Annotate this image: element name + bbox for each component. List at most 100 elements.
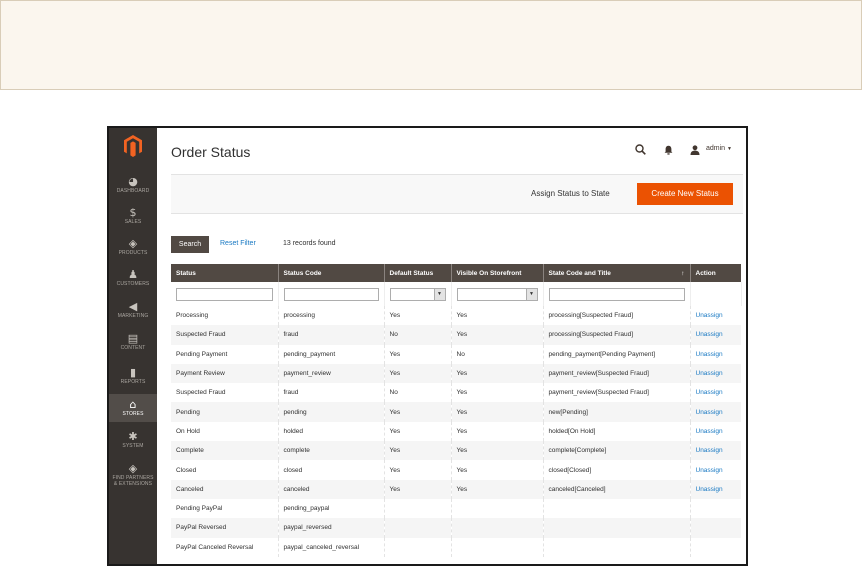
unassign-link[interactable]: Unassign [690,345,741,364]
store-icon: ⌂ [129,398,137,411]
unassign-link[interactable]: Unassign [690,325,741,345]
chevron-down-icon: ▼ [727,146,732,152]
sort-arrow-icon: ↑ [681,269,685,277]
grid-header-row: Status Status Code Default Status Visibl… [171,264,741,282]
layout-icon: ▤ [127,332,139,345]
nav-find-partners[interactable]: ◈ FIND PARTNERS & EXTENSIONS [109,462,157,487]
assign-status-button[interactable]: Assign Status to State [531,189,610,198]
nav-stores[interactable]: ⌂ STORES [109,394,157,422]
cell-status: Pending [171,402,279,422]
reset-filter-link[interactable]: Reset Filter [220,240,256,247]
nav-system[interactable]: ✱ SYSTEM [109,430,157,449]
cell-status: Canceled [171,479,279,499]
status-filter-input[interactable] [176,287,273,301]
table-row[interactable]: Pending Payment pending_payment Yes No pendi… [171,344,741,364]
cell-state-code-title: processing[Suspected Fraud] [543,325,691,345]
nav-reports[interactable]: ▮ REPORTS [109,366,157,385]
cell-visible-storefront [451,498,544,519]
table-row[interactable]: Canceled canceled Yes Yes canceled[Canceled]… [171,479,741,499]
nav-sales[interactable]: $ SALES [109,206,157,225]
cell-default-status [384,518,452,538]
cell-status: Processing [171,306,279,326]
cell-visible-storefront [451,537,544,557]
cell-status: On Hold [171,421,279,442]
gear-icon: ✱ [128,430,138,443]
column-status-code[interactable]: Status Code [278,264,385,282]
table-row[interactable]: On Hold holded Yes Yes holded[On Hold] Unassi… [171,421,741,442]
cell-status: Closed [171,460,279,480]
create-new-status-button[interactable]: Create New Status [637,183,733,205]
cell-state-code-title: holded[On Hold] [543,421,691,442]
cube-icon: ◈ [128,237,138,250]
unassign-link[interactable]: Unassign [690,383,741,402]
chevron-down-icon: ▼ [525,288,537,300]
cell-default-status: Yes [384,363,452,384]
nav-dashboard[interactable]: ◕ DASHBOARD [109,175,157,194]
column-state-code-title[interactable]: State Code and Title ↑ [543,264,691,282]
cell-visible-storefront: Yes [451,441,544,461]
nav-marketing[interactable]: ◀ MARKETING [109,300,157,319]
cell-status-code: fraud [278,325,385,345]
cell-visible-storefront: Yes [451,363,544,384]
column-action: Action [690,264,741,282]
table-row[interactable]: Complete complete Yes Yes complete[Complete]… [171,441,741,461]
cell-state-code-title: processing[Suspected Fraud] [543,306,691,326]
table-row[interactable]: Pending PayPal pending_paypal [171,498,741,519]
unassign-link[interactable]: Unassign [690,479,741,499]
order-status-grid: Status Status Code Default Status Visibl… [171,264,742,557]
column-status[interactable]: Status [171,264,279,282]
cell-default-status: Yes [384,441,452,461]
cell-status-code: pending_payment [278,344,385,364]
records-count: 13 records found [283,240,336,247]
cell-default-status: Yes [384,460,452,480]
unassign-link[interactable]: Unassign [690,460,741,479]
status-code-filter-input[interactable] [283,287,379,301]
unassign-link[interactable] [690,518,741,538]
unassign-link[interactable]: Unassign [690,363,741,384]
table-row[interactable]: Closed closed Yes Yes closed[Closed] Unassign [171,460,741,480]
table-row[interactable]: Suspected Fraud fraud No Yes payment_review[… [171,383,741,403]
column-default-status[interactable]: Default Status [384,264,452,282]
cell-default-status: Yes [384,344,452,364]
cell-state-code-title: new[Pending] [543,402,691,422]
nav-customers[interactable]: ♟ CUSTOMERS [109,268,157,287]
magento-logo-icon[interactable] [122,134,144,158]
nav-content[interactable]: ▤ CONTENT [109,332,157,351]
unassign-link[interactable]: Unassign [690,306,741,325]
cell-default-status [384,537,452,557]
nav-products[interactable]: ◈ PRODUCTS [109,237,157,256]
cell-status-code: processing [278,306,385,326]
bell-icon[interactable] [664,145,673,155]
unassign-link[interactable]: Unassign [690,422,741,441]
table-row[interactable]: Processing processing Yes Yes processing[Sus… [171,306,741,326]
unassign-link[interactable] [690,538,741,557]
default-status-filter-select[interactable]: ▼ [389,287,446,301]
table-row[interactable]: Suspected Fraud fraud No Yes processing[Susp… [171,325,741,345]
visible-storefront-filter-select[interactable]: ▼ [456,287,538,301]
cell-default-status: Yes [384,402,452,422]
column-visible-on-storefront[interactable]: Visible On Storefront [451,264,544,282]
cell-state-code-title: closed[Closed] [543,460,691,480]
state-code-filter-input[interactable] [548,287,685,301]
cell-state-code-title: canceled[Canceled] [543,479,691,499]
unassign-link[interactable] [690,499,741,518]
cell-status: Complete [171,441,279,461]
table-row[interactable]: PayPal Canceled Reversal paypal_canceled_… [171,537,741,557]
table-row[interactable]: Pending pending Yes Yes new[Pending] Unassign [171,402,741,422]
cell-default-status [384,498,452,519]
cell-status: Pending Payment [171,344,279,364]
unassign-link[interactable]: Unassign [690,441,741,461]
cell-status: PayPal Reversed [171,518,279,538]
cell-visible-storefront: Yes [451,306,544,326]
table-row[interactable]: PayPal Reversed paypal_reversed [171,518,741,538]
cell-status-code: payment_review [278,363,385,384]
cell-default-status: Yes [384,306,452,326]
table-row[interactable]: Payment Review payment_review Yes Yes paymen… [171,363,741,384]
cell-status-code: paypal_reversed [278,518,385,538]
unassign-link[interactable]: Unassign [690,402,741,422]
search-button[interactable]: Search [171,236,209,253]
user-icon[interactable] [690,145,700,155]
search-icon[interactable] [635,144,646,155]
cell-visible-storefront: Yes [451,421,544,442]
admin-user-menu[interactable]: admin ▼ [706,145,732,152]
